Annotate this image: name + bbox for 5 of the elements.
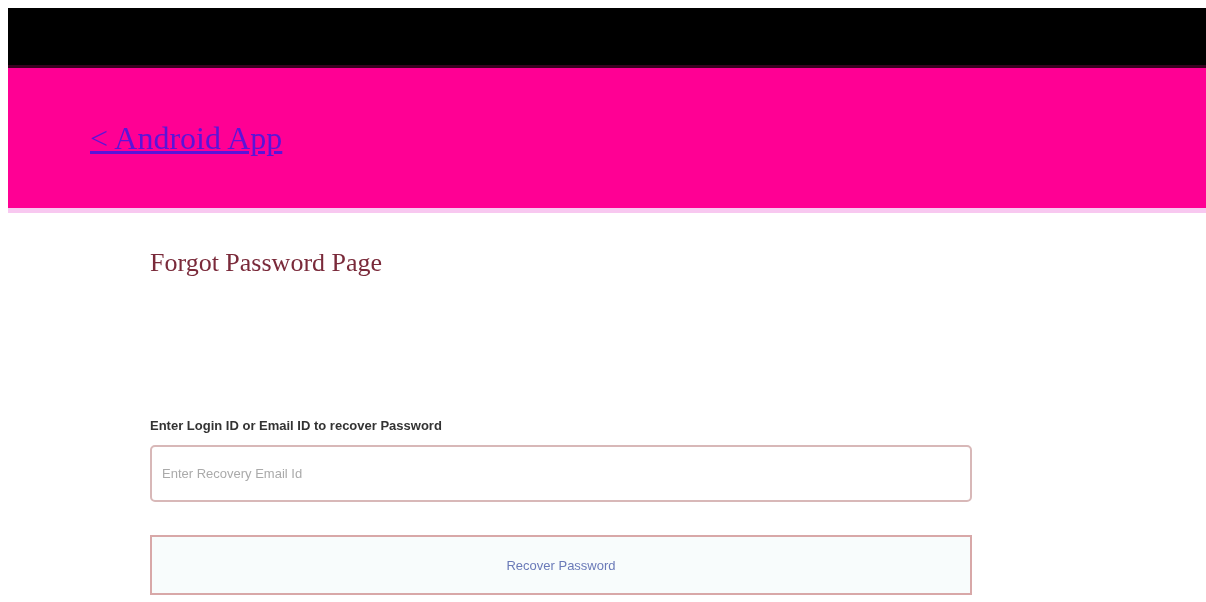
back-link[interactable]: < Android App bbox=[90, 119, 283, 157]
page-title: Forgot Password Page bbox=[150, 248, 384, 278]
email-field[interactable]: Enter Recovery Email Id bbox=[150, 445, 972, 502]
field-label: Enter Login ID or Email ID to recover Password bbox=[150, 418, 443, 433]
recover-password-button[interactable]: Recover Password bbox=[150, 535, 972, 595]
